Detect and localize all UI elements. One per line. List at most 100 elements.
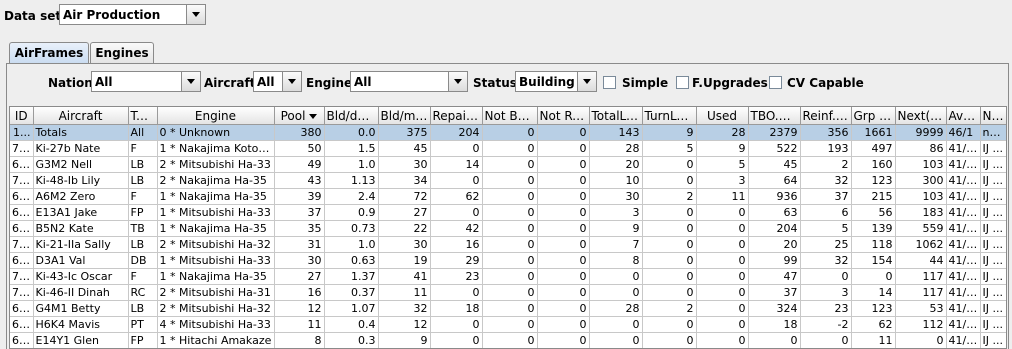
column-header[interactable]: Avai...	[946, 107, 981, 125]
table-cell: Ki-21-IIa Sally	[33, 236, 129, 253]
table-row[interactable]: 603 A6M2 Zero F 1 * Nakajima Ha-35 39 2.4 72 62…	[10, 188, 1006, 205]
dataset-label: Data set:	[4, 9, 66, 23]
table-cell: 0	[696, 252, 749, 269]
column-header[interactable]: Engine	[157, 107, 275, 125]
table-cell: 6	[800, 204, 852, 221]
table-row[interactable]: 670 G3M2 Nell LB 2 * Mitsubishi Ha-33 49 1.0 3…	[10, 156, 1006, 173]
table-cell: 64	[748, 172, 801, 189]
table-row[interactable]: 782 Ki-46-II Dinah RC 2 * Mitsubishi Ha-31 1…	[10, 284, 1006, 301]
table-cell: 20	[748, 236, 801, 253]
table-cell: 56	[851, 204, 896, 221]
column-header[interactable]: Used	[696, 107, 749, 125]
column-header[interactable]: Pool	[274, 107, 325, 125]
table-cell: IJ ...	[980, 172, 1006, 189]
column-header[interactable]: Aircraft	[33, 107, 129, 125]
table-cell: 0	[482, 220, 538, 237]
table-row[interactable]: 644 D3A1 Val DB 1 * Mitsubishi Ha-33 30 0.63 1…	[10, 252, 1006, 269]
table-cell: 112	[895, 316, 947, 333]
column-header[interactable]: Bld/days	[324, 107, 379, 125]
table-cell: 0	[696, 236, 749, 253]
table-cell: 5	[800, 220, 852, 237]
table-cell: 34	[378, 172, 431, 189]
table-cell: 497	[851, 140, 896, 157]
table-cell: 1 * Nakajima Kotobuki	[157, 140, 275, 157]
table-cell: 0	[696, 332, 749, 348]
table-cell: 683	[10, 316, 34, 333]
tab-airframes[interactable]: AirFrames	[9, 42, 89, 64]
column-header[interactable]: TurnLoss	[642, 107, 697, 125]
column-header[interactable]: ID	[10, 107, 34, 125]
aircraft-combo[interactable]: All	[253, 71, 302, 92]
table-cell: 1.13	[324, 172, 379, 189]
column-header[interactable]: TotalLo...	[589, 107, 643, 125]
column-header-label: Used	[706, 108, 738, 123]
column-header[interactable]: Not Re...	[537, 107, 590, 125]
table-row[interactable]: 663 E14Y1 Glen FP 1 * Hitachi Amakaze 8 0.3 9 0…	[10, 332, 1006, 348]
table-cell: 8	[589, 252, 643, 269]
chevron-down-icon[interactable]	[181, 72, 200, 91]
table-cell: 0	[696, 268, 749, 285]
table-cell: 204	[748, 220, 801, 237]
table-cell: 4 * Mitsubishi Ha-33	[157, 316, 275, 333]
table-cell: 9	[642, 124, 697, 141]
table-body: 1... Totals All 0 * Unknown 380 0.0 375 204 0 0 14…	[10, 124, 1006, 348]
table-cell: Ki-43-Ic Oscar	[33, 268, 129, 285]
table-row[interactable]: 673 G4M1 Betty LB 2 * Mitsubishi Ha-32 12 1.0…	[10, 300, 1006, 317]
fupgrades-label: F.Upgrades	[692, 76, 768, 90]
table-cell: 0	[537, 124, 590, 141]
column-header[interactable]: Bld/mth	[378, 107, 431, 125]
column-header[interactable]: Next(dd)	[895, 107, 947, 125]
table-row[interactable]: 683 H6K4 Mavis PT 4 * Mitsubishi Ha-33 11 0.4…	[10, 316, 1006, 333]
table-cell: 0	[696, 316, 749, 333]
table-cell: 1...	[10, 124, 34, 141]
chevron-down-icon[interactable]	[282, 72, 301, 91]
table-row[interactable]: 1... Totals All 0 * Unknown 380 0.0 375 204 0 0 14…	[10, 124, 1006, 141]
table-row[interactable]: 747 Ki-21-IIa Sally LB 2 * Mitsubishi Ha-32…	[10, 236, 1006, 253]
status-combo[interactable]: Building	[515, 71, 597, 92]
table-row[interactable]: 752 Ki-27b Nate F 1 * Nakajima Kotobuki 50 1.…	[10, 140, 1006, 157]
table-cell: 9	[696, 140, 749, 157]
chevron-down-icon[interactable]	[186, 5, 205, 24]
tab-engines[interactable]: Engines	[90, 42, 154, 64]
table-cell: 0	[642, 236, 697, 253]
table-cell: 16	[430, 236, 483, 253]
column-header[interactable]: TBO.YTA	[748, 107, 801, 125]
table-cell: 0	[642, 220, 697, 237]
table-cell: 44	[895, 252, 947, 269]
table-row[interactable]: 660 E13A1 Jake FP 1 * Mitsubishi Ha-33 37 0.9…	[10, 204, 1006, 221]
table-cell: 215	[851, 188, 896, 205]
table-cell: 41/12	[946, 332, 981, 348]
airframes-table[interactable]: ID Aircraft Type Engine Pool Bld/days Bld/mth R…	[9, 106, 1007, 349]
table-cell: 559	[895, 220, 947, 237]
table-cell: 27	[274, 268, 325, 285]
engine-combo[interactable]: All	[350, 71, 468, 92]
fupgrades-checkbox[interactable]	[676, 76, 689, 89]
dataset-value: Air Production	[63, 8, 161, 22]
status-value: Building	[519, 75, 575, 89]
column-header[interactable]: Not Buil...	[482, 107, 538, 125]
chevron-down-icon[interactable]	[448, 72, 467, 91]
table-cell: 3	[800, 284, 852, 301]
table-cell: 0	[895, 332, 947, 348]
table-row[interactable]: 761 Ki-43-Ic Oscar F 1 * Nakajima Ha-35 27 1.…	[10, 268, 1006, 285]
column-header[interactable]: Type	[128, 107, 158, 125]
table-cell: 117	[895, 284, 947, 301]
column-header[interactable]: Nat	[980, 107, 1006, 125]
chevron-down-icon[interactable]	[577, 72, 596, 91]
table-cell: 0	[537, 140, 590, 157]
table-cell: 1.0	[324, 236, 379, 253]
table-row[interactable]: 788 Ki-48-Ib Lily LB 2 * Nakajima Ha-35 43 1.…	[10, 172, 1006, 189]
cvcapable-checkbox[interactable]	[769, 76, 782, 89]
table-cell: 41/12	[946, 252, 981, 269]
nation-combo[interactable]: All	[91, 71, 201, 92]
table-cell: 25	[800, 236, 852, 253]
table-cell: 18	[430, 300, 483, 317]
table-cell: 0	[589, 316, 643, 333]
column-header[interactable]: Repairi...	[430, 107, 483, 125]
column-header[interactable]: Reinf.N...	[800, 107, 852, 125]
simple-checkbox[interactable]	[603, 76, 616, 89]
column-header-label: TBO.YTA	[750, 108, 800, 123]
table-row[interactable]: 628 B5N2 Kate TB 1 * Nakajima Ha-35 35 0.73 22…	[10, 220, 1006, 237]
column-header[interactable]: Grp Pl...	[851, 107, 896, 125]
dataset-combo[interactable]: Air Production	[59, 4, 206, 25]
